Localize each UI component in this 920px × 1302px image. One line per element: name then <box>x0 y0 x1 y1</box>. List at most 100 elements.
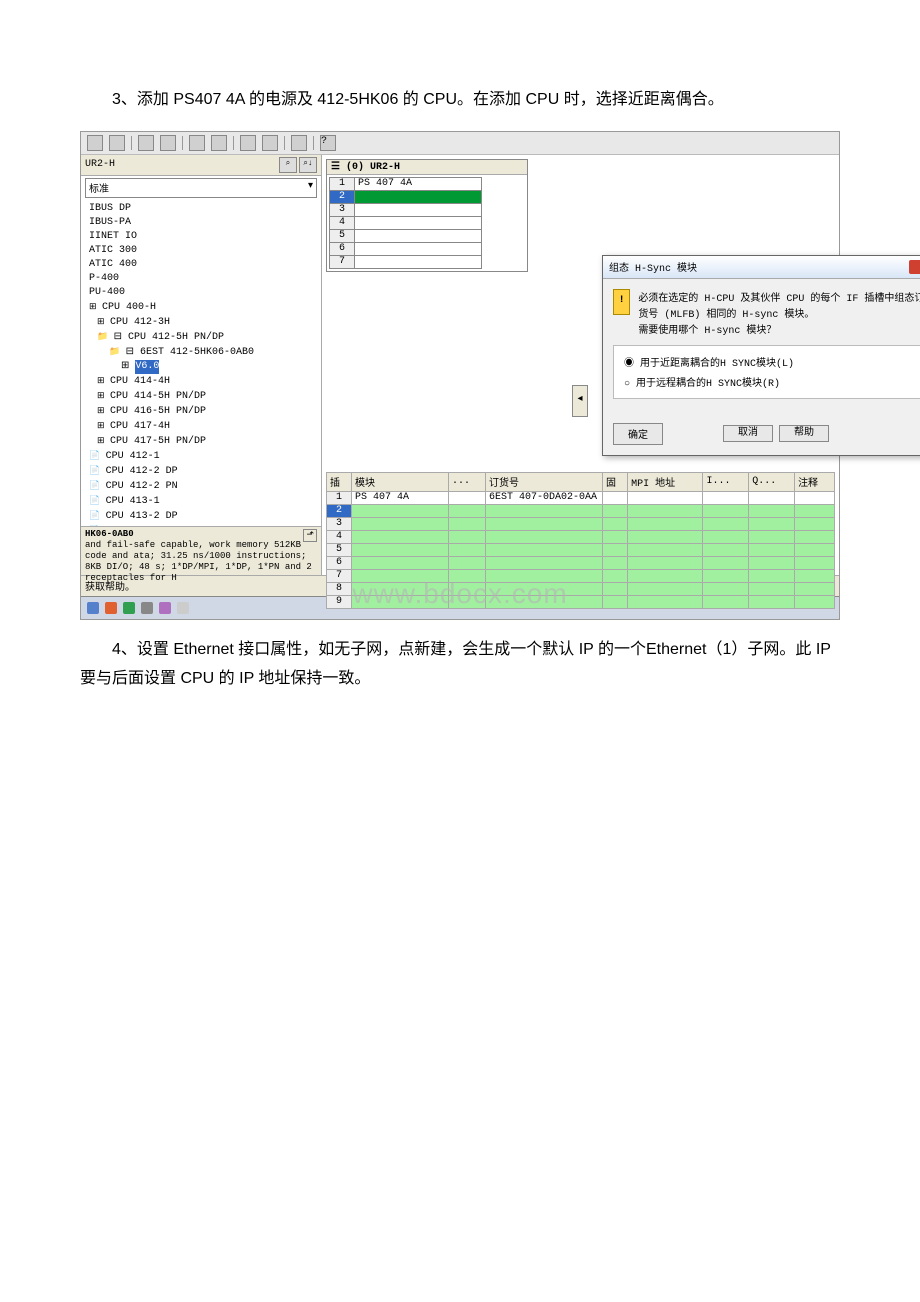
tree-item[interactable]: ATIC 300 <box>85 244 319 258</box>
table-header[interactable]: 模块 <box>352 472 449 491</box>
tree-item[interactable]: CPU 413-2 DP <box>85 509 319 524</box>
help-button[interactable]: 帮助 <box>779 425 829 442</box>
rack-slot[interactable]: 1 <box>330 177 355 190</box>
tool-save-icon[interactable] <box>87 135 103 151</box>
table-header[interactable]: 插 <box>327 472 352 491</box>
catalog-search-label: UR2-H <box>85 159 277 170</box>
tree-item[interactable]: CPU 400-H <box>85 300 319 315</box>
find-button[interactable]: ⌕ <box>279 157 297 173</box>
radio-group: ◉ 用于近距离耦合的H SYNC模块(L) ○ 用于远程耦合的H SYNC模块(… <box>613 345 920 399</box>
tree-item[interactable]: CPU 412-2 PN <box>85 479 319 494</box>
cancel-button[interactable]: 取消 <box>723 425 773 442</box>
tool-copy-icon[interactable] <box>138 135 154 151</box>
rack-module[interactable] <box>355 216 482 229</box>
find-next-button[interactable]: ⌕↓ <box>299 157 317 173</box>
rack-slot[interactable]: 4 <box>330 216 355 229</box>
table-row[interactable]: 8 <box>327 582 835 595</box>
tree-item[interactable]: CPU 412-2 DP <box>85 464 319 479</box>
table-row[interactable]: 1 PS 407 4A 6EST 407-0DA02-0AA <box>327 491 835 504</box>
screenshot-hw-config: ? UR2-H ⌕ ⌕↓ 标准 ▾ IBUS DP IBUS-PA <box>80 131 840 620</box>
tree-item[interactable]: CPU 417-5H PN/DP <box>85 434 319 449</box>
table-row[interactable]: 9 <box>327 595 835 608</box>
tree-item[interactable]: PU-400 <box>85 286 319 300</box>
tree-item[interactable]: IBUS-PA <box>85 216 319 230</box>
tool-help-icon[interactable]: ? <box>320 135 336 151</box>
rack-table[interactable]: 1PS 407 4A 2 3 4 5 6 7 <box>329 177 482 269</box>
tree-item[interactable]: CPU 413-1 <box>85 494 319 509</box>
tree-item[interactable]: CPU 417-4H <box>85 419 319 434</box>
radio-near[interactable]: ◉ 用于近距离耦合的H SYNC模块(L) <box>624 352 920 372</box>
rack-module[interactable] <box>355 242 482 255</box>
tree-item[interactable]: ⊟ 6EST 412-5HK06-0AB0 <box>85 345 319 360</box>
separator <box>131 136 132 150</box>
taskbar-icon[interactable] <box>123 602 135 614</box>
rack-module[interactable] <box>355 229 482 242</box>
profile-dropdown[interactable]: 标准 ▾ <box>85 178 317 198</box>
table-row[interactable]: 4 <box>327 530 835 543</box>
tree-item[interactable]: P-400 <box>85 272 319 286</box>
rack-module[interactable] <box>355 190 482 203</box>
rack-module[interactable] <box>355 255 482 268</box>
taskbar-icon[interactable] <box>141 602 153 614</box>
table-header[interactable]: MPI 地址 <box>628 472 703 491</box>
rack-slot[interactable]: 3 <box>330 203 355 216</box>
rack-slot[interactable]: 6 <box>330 242 355 255</box>
table-row[interactable]: 6 <box>327 556 835 569</box>
taskbar-icon[interactable] <box>159 602 171 614</box>
rack-module[interactable] <box>355 203 482 216</box>
table-header[interactable]: Q... <box>749 472 795 491</box>
tool-list-icon[interactable] <box>240 135 256 151</box>
desc-title: HK06-0AB0 <box>85 529 134 539</box>
tree-item[interactable]: CPU 412-3H <box>85 315 319 330</box>
tree-item[interactable]: ATIC 400 <box>85 258 319 272</box>
tree-item[interactable]: CPU 414-4H <box>85 374 319 389</box>
tool-upload-icon[interactable] <box>211 135 227 151</box>
desc-toggle-icon[interactable]: ⬏ <box>303 529 317 542</box>
tree-item-selected[interactable]: ⊞ V6.0 <box>85 360 319 374</box>
table-row[interactable]: 2 <box>327 504 835 517</box>
tree-item[interactable]: CPU 414-5H PN/DP <box>85 389 319 404</box>
tree-item[interactable]: CPU 412-1 <box>85 449 319 464</box>
dialog-text: 需要使用哪个 H-sync 模块？ <box>638 321 920 337</box>
table-header-row: 插 模块 ... 订货号 固 MPI 地址 I... Q... 注释 <box>327 472 835 491</box>
tree-item[interactable]: CPU 416-5H PN/DP <box>85 404 319 419</box>
scroll-left-button[interactable]: ◂ <box>572 385 588 417</box>
separator <box>182 136 183 150</box>
tool-paste-icon[interactable] <box>160 135 176 151</box>
rack-slot[interactable]: 2 <box>330 190 355 203</box>
separator <box>284 136 285 150</box>
rack-icon: ☰ <box>331 162 340 173</box>
taskbar-icon[interactable] <box>177 602 189 614</box>
rack-slot[interactable]: 5 <box>330 229 355 242</box>
tool-print-icon[interactable] <box>109 135 125 151</box>
table-row[interactable]: 5 <box>327 543 835 556</box>
tool-window-icon[interactable] <box>262 135 278 151</box>
tool-network-icon[interactable] <box>291 135 307 151</box>
chevron-down-icon: ▾ <box>308 180 313 196</box>
tool-download-icon[interactable] <box>189 135 205 151</box>
table-header[interactable]: 订货号 <box>485 472 602 491</box>
tree-item[interactable]: IINET IO <box>85 230 319 244</box>
table-header[interactable]: 注释 <box>795 472 835 491</box>
module-table[interactable]: 插 模块 ... 订货号 固 MPI 地址 I... Q... 注释 <box>326 472 835 609</box>
dialog-title: 组态 H-Sync 模块 <box>609 259 697 275</box>
tree-item[interactable]: IBUS DP <box>85 202 319 216</box>
paragraph-4: 4、设置 Ethernet 接口属性，如无子网，点新建，会生成一个默认 IP 的… <box>80 636 840 694</box>
rack-module[interactable]: PS 407 4A <box>355 177 482 190</box>
tree-item[interactable]: ⊟ CPU 412-5H PN/DP <box>85 330 319 345</box>
table-header[interactable]: ... <box>449 472 486 491</box>
dialog-text: 必须在选定的 H-CPU 及其伙伴 CPU 的每个 IF 插槽中组态订货号 (M… <box>638 289 920 321</box>
rack-slot[interactable]: 7 <box>330 255 355 268</box>
table-row[interactable]: 7 <box>327 569 835 582</box>
close-button[interactable]: ✕ <box>909 260 920 274</box>
table-header[interactable]: 固 <box>602 472 627 491</box>
taskbar-icon[interactable] <box>105 602 117 614</box>
table-header[interactable]: I... <box>703 472 749 491</box>
table-row[interactable]: 3 <box>327 517 835 530</box>
ok-button[interactable]: 确定 <box>613 423 663 445</box>
separator <box>233 136 234 150</box>
radio-remote[interactable]: ○ 用于远程耦合的H SYNC模块(R) <box>624 372 920 392</box>
warning-icon: ! <box>613 289 630 315</box>
hardware-tree[interactable]: IBUS DP IBUS-PA IINET IO ATIC 300 ATIC 4… <box>81 200 321 526</box>
taskbar-icon[interactable] <box>87 602 99 614</box>
